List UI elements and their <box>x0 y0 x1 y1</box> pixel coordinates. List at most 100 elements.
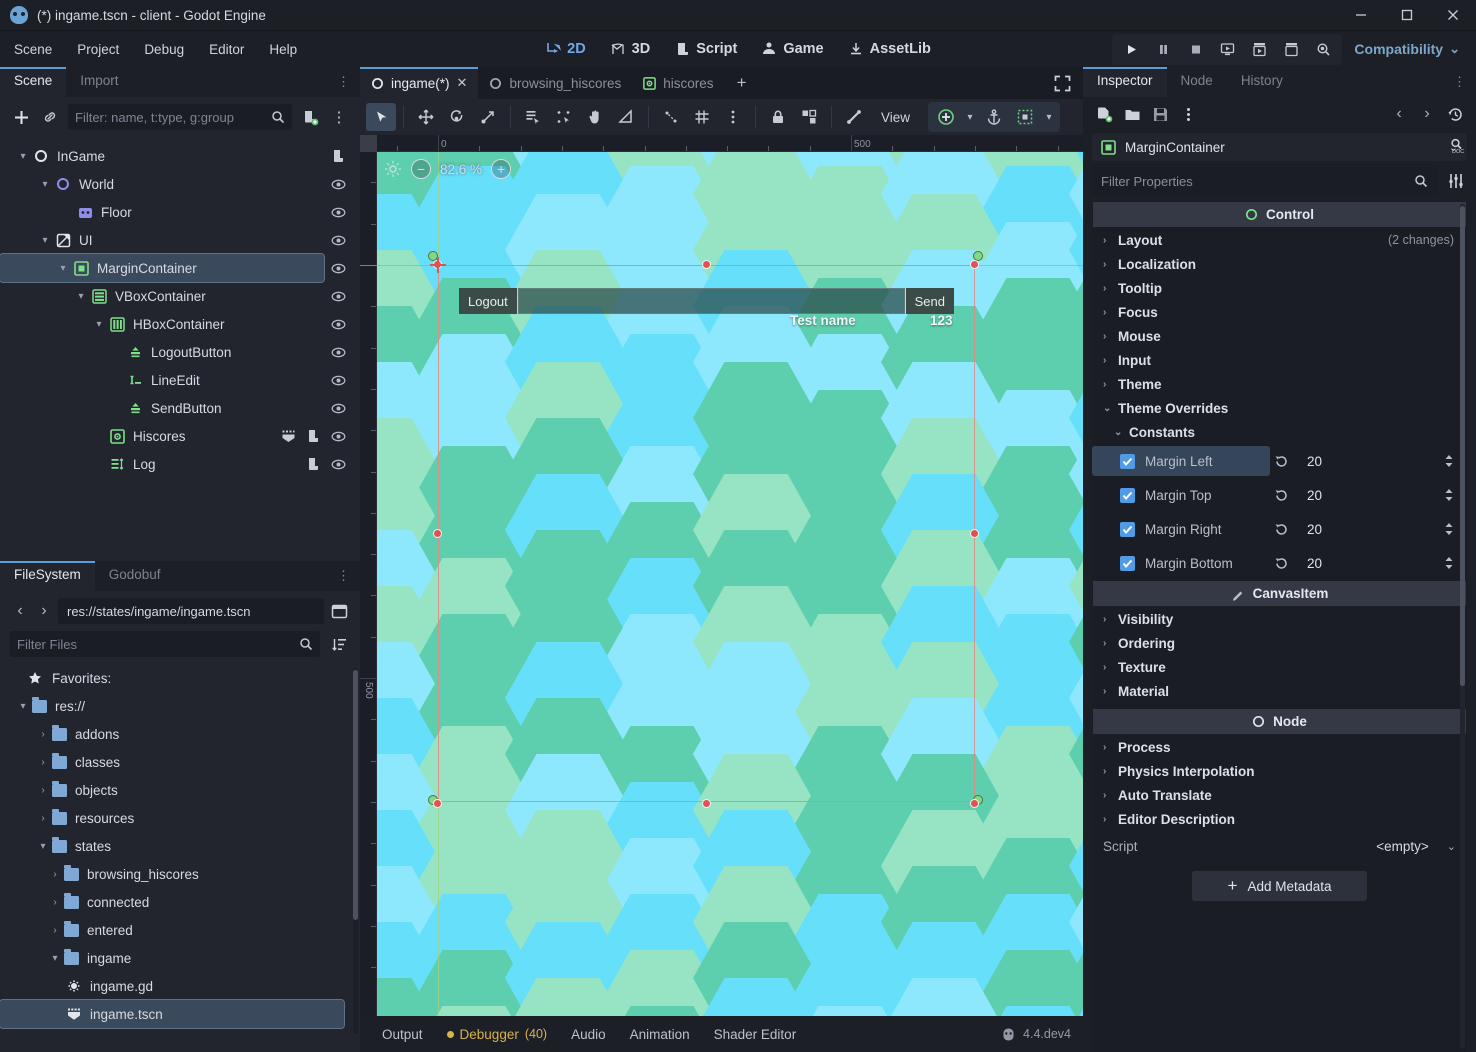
resize-handle-middle-right[interactable] <box>970 529 979 538</box>
scene-node-floor[interactable]: Floor <box>0 198 360 226</box>
chevron-down-icon[interactable]: ▾ <box>14 151 32 162</box>
remote-debug-button[interactable] <box>1308 36 1338 63</box>
anchor-tool-button[interactable] <box>979 103 1009 131</box>
filesystem-scrollbar-thumb[interactable] <box>353 670 358 920</box>
resize-handle-top-right[interactable] <box>970 260 979 269</box>
property-layout[interactable]: › Layout (2 changes) <box>1092 228 1467 252</box>
mode-script-button[interactable]: Script <box>664 37 747 61</box>
pan-tool-button[interactable] <box>580 103 610 131</box>
chevron-down-icon[interactable]: ▾ <box>46 953 64 964</box>
scene-node-ui[interactable]: ▾ UI <box>0 226 360 254</box>
add-metadata-button[interactable]: + Add Metadata <box>1192 871 1367 901</box>
group-node-button[interactable] <box>794 103 824 131</box>
fs-folder-ingame[interactable]: ▾ ingame <box>0 944 360 972</box>
property-theme[interactable]: › Theme <box>1092 372 1467 396</box>
renderer-selector[interactable]: Compatibility ⌄ <box>1344 38 1466 60</box>
history-forward-icon[interactable]: › <box>1416 103 1438 125</box>
ruler-corner[interactable] <box>360 135 377 152</box>
constant-margin-bottom[interactable]: Margin Bottom 20 <box>1092 546 1467 580</box>
lock-node-button[interactable] <box>763 103 793 131</box>
visibility-eye-icon[interactable] <box>330 400 346 416</box>
property-process[interactable]: › Process <box>1092 735 1467 759</box>
game-send-button[interactable]: Send <box>905 288 954 314</box>
visibility-eye-icon[interactable] <box>330 204 346 220</box>
chevron-down-icon[interactable]: ▾ <box>54 263 72 274</box>
resource-menu-icon[interactable] <box>1177 103 1199 125</box>
tab-filesystem[interactable]: FileSystem <box>0 561 95 591</box>
mode-assetlib-button[interactable]: AssetLib <box>838 37 941 61</box>
margin-top-value[interactable]: 20 <box>1292 488 1443 503</box>
maximize-button[interactable] <box>1384 0 1430 31</box>
resize-handle-bottom-center[interactable] <box>702 799 711 808</box>
save-icon[interactable] <box>1149 103 1171 125</box>
menu-editor[interactable]: Editor <box>198 38 255 61</box>
tab-history[interactable]: History <box>1227 67 1297 97</box>
revert-icon[interactable] <box>1270 488 1292 503</box>
preview-sun-icon[interactable] <box>384 160 402 178</box>
visibility-eye-icon[interactable] <box>330 232 346 248</box>
property-focus[interactable]: › Focus <box>1092 300 1467 324</box>
fs-folder-objects[interactable]: › objects <box>0 776 360 804</box>
movie-writer-button[interactable] <box>1276 36 1306 63</box>
chevron-down-icon[interactable]: ▾ <box>72 291 90 302</box>
scene-tab-browsing-hiscores[interactable]: browsing_hiscores <box>478 67 633 99</box>
chevron-down-icon[interactable]: ▾ <box>90 319 108 330</box>
chevron-down-icon[interactable]: ▾ <box>1041 103 1057 131</box>
fs-folder-states[interactable]: ▾ states <box>0 832 360 860</box>
property-physics-interpolation[interactable]: › Physics Interpolation <box>1092 759 1467 783</box>
menu-debug[interactable]: Debug <box>133 38 195 61</box>
revert-icon[interactable] <box>1270 522 1292 537</box>
property-texture[interactable]: › Texture <box>1092 655 1467 679</box>
visibility-eye-icon[interactable] <box>330 316 346 332</box>
minimize-button[interactable] <box>1338 0 1384 31</box>
margin-right-checkbox[interactable] <box>1120 521 1135 537</box>
margin-left-checkbox[interactable] <box>1120 453 1135 469</box>
scene-node-log[interactable]: Log <box>0 450 360 478</box>
play-scene-button[interactable] <box>1212 36 1242 63</box>
scene-dock-menu-icon[interactable]: ⋮ <box>327 67 360 97</box>
move-tool-button[interactable] <box>411 103 441 131</box>
margin-bottom-checkbox[interactable] <box>1120 555 1135 571</box>
play-custom-scene-button[interactable] <box>1244 36 1274 63</box>
script-icon[interactable] <box>305 428 321 444</box>
resize-handle-bottom-left[interactable] <box>433 799 442 808</box>
scene-tab-ingame[interactable]: ingame(*) ✕ <box>360 67 479 99</box>
folder-open-icon[interactable] <box>1121 103 1143 125</box>
property-theme-overrides[interactable]: ⌄ Theme Overrides <box>1092 396 1467 420</box>
scene-filter-input[interactable] <box>68 104 292 130</box>
tab-scene[interactable]: Scene <box>0 67 67 97</box>
scene-node-logoutbutton[interactable]: LogoutButton <box>0 338 360 366</box>
preview-mode-button[interactable] <box>1010 103 1040 131</box>
revert-icon[interactable] <box>1270 454 1292 469</box>
add-scene-tab-button[interactable]: + <box>724 67 759 99</box>
tab-node[interactable]: Node <box>1167 67 1227 97</box>
property-tooltip[interactable]: › Tooltip <box>1092 276 1467 300</box>
scene-filter-field[interactable] <box>75 109 266 125</box>
visibility-eye-icon[interactable] <box>330 288 346 304</box>
property-filter-input[interactable] <box>1092 167 1437 195</box>
inspector-dock-menu-icon[interactable]: ⋮ <box>1443 67 1476 97</box>
property-visibility[interactable]: › Visibility <box>1092 607 1467 631</box>
scale-tool-button[interactable] <box>473 103 503 131</box>
scene-tree-menu-icon[interactable]: ⋮ <box>328 106 350 128</box>
scene-node-ingame[interactable]: ▾ InGame <box>0 142 360 170</box>
new-resource-icon[interactable] <box>1093 103 1115 125</box>
close-icon[interactable]: ✕ <box>457 75 468 91</box>
toggle-split-mode-icon[interactable] <box>328 600 350 622</box>
list-select-tool-button[interactable] <box>518 103 548 131</box>
margin-bottom-value[interactable]: 20 <box>1292 556 1443 571</box>
add-node-icon[interactable] <box>10 106 32 128</box>
mode-3d-button[interactable]: 3D <box>600 37 661 61</box>
inspected-object-selector[interactable]: MarginContainer ⌄ <box>1092 133 1467 161</box>
mode-2d-button[interactable]: 2D <box>535 37 596 61</box>
visibility-eye-icon[interactable] <box>330 260 346 276</box>
fs-favorites[interactable]: Favorites: <box>0 664 360 692</box>
snap-mode-button[interactable] <box>656 103 686 131</box>
nav-back-button[interactable]: ‹ <box>10 600 30 622</box>
chevron-right-icon[interactable]: › <box>46 897 64 908</box>
visibility-eye-icon[interactable] <box>330 344 346 360</box>
property-auto-translate[interactable]: › Auto Translate <box>1092 783 1467 807</box>
vertical-ruler[interactable]: 500 <box>360 135 377 1016</box>
link-icon[interactable] <box>39 106 61 128</box>
history-back-icon[interactable]: ‹ <box>1388 103 1410 125</box>
